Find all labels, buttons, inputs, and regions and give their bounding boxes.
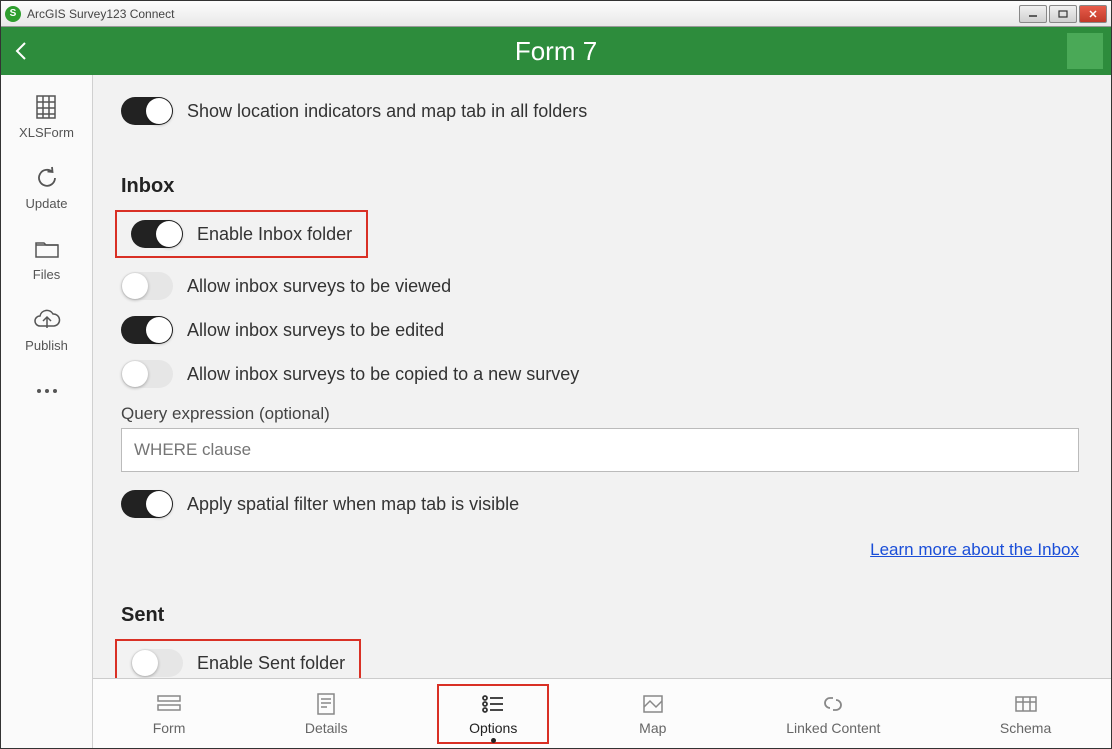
toggle-switch[interactable] bbox=[121, 272, 173, 300]
toggle-label: Allow inbox surveys to be edited bbox=[187, 320, 444, 341]
sidebar-item-update[interactable]: Update bbox=[1, 154, 92, 225]
folder-icon bbox=[31, 235, 63, 263]
sidebar-item-more[interactable] bbox=[1, 367, 92, 419]
tab-label: Form bbox=[153, 720, 186, 736]
toggle-label: Allow inbox surveys to be viewed bbox=[187, 276, 451, 297]
app-icon: S bbox=[5, 6, 21, 22]
section-title: Inbox bbox=[121, 175, 1079, 198]
minimize-button[interactable] bbox=[1019, 5, 1047, 23]
tab-form[interactable]: Form bbox=[123, 686, 216, 742]
sidebar-item-label: Publish bbox=[25, 338, 68, 353]
bottom-tab-bar: Form Details Options Map bbox=[93, 678, 1111, 748]
tab-schema[interactable]: Schema bbox=[970, 686, 1081, 742]
spreadsheet-icon bbox=[31, 93, 63, 121]
highlight-enable-inbox: Enable Inbox folder bbox=[115, 210, 368, 258]
form-icon bbox=[155, 692, 183, 716]
toggle-label: Allow inbox surveys to be copied to a ne… bbox=[187, 364, 579, 385]
tab-label: Map bbox=[639, 720, 666, 736]
details-icon bbox=[312, 692, 340, 716]
highlight-enable-sent: Enable Sent folder bbox=[115, 639, 361, 678]
map-icon bbox=[639, 692, 667, 716]
tab-label: Schema bbox=[1000, 720, 1051, 736]
learn-more-inbox: Learn more about the Inbox bbox=[121, 540, 1079, 560]
toggle-label: Enable Sent folder bbox=[197, 653, 345, 674]
toggle-label: Enable Inbox folder bbox=[197, 224, 352, 245]
left-sidebar: XLSForm Update Files Publish bbox=[1, 75, 93, 748]
tab-map[interactable]: Map bbox=[609, 686, 697, 742]
toggle-switch[interactable] bbox=[121, 316, 173, 344]
query-expression-input[interactable] bbox=[121, 428, 1079, 472]
more-icon bbox=[31, 377, 63, 405]
page-title: Form 7 bbox=[515, 36, 597, 67]
link-icon bbox=[819, 692, 847, 716]
tab-linked-content[interactable]: Linked Content bbox=[756, 686, 910, 742]
toggle-inbox-copy: Allow inbox surveys to be copied to a ne… bbox=[121, 352, 1079, 396]
options-icon bbox=[479, 692, 507, 716]
toggle-switch[interactable] bbox=[131, 649, 183, 677]
toggle-show-location: Show location indicators and map tab in … bbox=[121, 89, 1079, 133]
section-inbox: Inbox Enable Inbox folder Allow inbox su… bbox=[109, 163, 1091, 578]
back-button[interactable] bbox=[1, 27, 41, 75]
toggle-switch[interactable] bbox=[121, 360, 173, 388]
toggle-inbox-view: Allow inbox surveys to be viewed bbox=[121, 264, 1079, 308]
tab-label: Options bbox=[469, 720, 517, 736]
tab-label: Details bbox=[305, 720, 348, 736]
options-scroll-area[interactable]: Show location indicators and map tab in … bbox=[93, 75, 1111, 678]
section-location: Show location indicators and map tab in … bbox=[109, 85, 1091, 141]
close-button[interactable] bbox=[1079, 5, 1107, 23]
learn-more-link[interactable]: Learn more about the Inbox bbox=[870, 540, 1079, 559]
toggle-enable-inbox: Enable Inbox folder bbox=[131, 218, 352, 250]
toggle-inbox-edit: Allow inbox surveys to be edited bbox=[121, 308, 1079, 352]
window-titlebar: S ArcGIS Survey123 Connect bbox=[1, 1, 1111, 27]
schema-icon bbox=[1012, 692, 1040, 716]
sidebar-item-publish[interactable]: Publish bbox=[1, 296, 92, 367]
toggle-label: Show location indicators and map tab in … bbox=[187, 101, 587, 122]
sidebar-item-label: Files bbox=[33, 267, 60, 282]
toggle-label: Apply spatial filter when map tab is vis… bbox=[187, 494, 519, 515]
toggle-switch[interactable] bbox=[121, 490, 173, 518]
tab-options[interactable]: Options bbox=[437, 684, 549, 744]
tab-label: Linked Content bbox=[786, 720, 880, 736]
sidebar-item-files[interactable]: Files bbox=[1, 225, 92, 296]
toggle-switch[interactable] bbox=[131, 220, 183, 248]
sidebar-item-label: XLSForm bbox=[19, 125, 74, 140]
window-controls bbox=[1019, 5, 1107, 23]
toggle-enable-sent: Enable Sent folder bbox=[131, 647, 345, 678]
tab-details[interactable]: Details bbox=[275, 686, 378, 742]
query-expression-label: Query expression (optional) bbox=[121, 404, 1079, 424]
window-title: ArcGIS Survey123 Connect bbox=[27, 7, 1019, 21]
app-header: Form 7 bbox=[1, 27, 1111, 75]
refresh-icon bbox=[31, 164, 63, 192]
maximize-button[interactable] bbox=[1049, 5, 1077, 23]
toggle-switch[interactable] bbox=[121, 97, 173, 125]
avatar[interactable] bbox=[1067, 33, 1103, 69]
cloud-upload-icon bbox=[31, 306, 63, 334]
section-sent: Sent Enable Sent folder Learn more about… bbox=[109, 592, 1091, 678]
toggle-spatial-filter: Apply spatial filter when map tab is vis… bbox=[121, 482, 1079, 526]
sidebar-item-xlsform[interactable]: XLSForm bbox=[1, 83, 92, 154]
sidebar-item-label: Update bbox=[26, 196, 68, 211]
active-dot bbox=[491, 738, 496, 743]
section-title: Sent bbox=[121, 604, 1079, 627]
